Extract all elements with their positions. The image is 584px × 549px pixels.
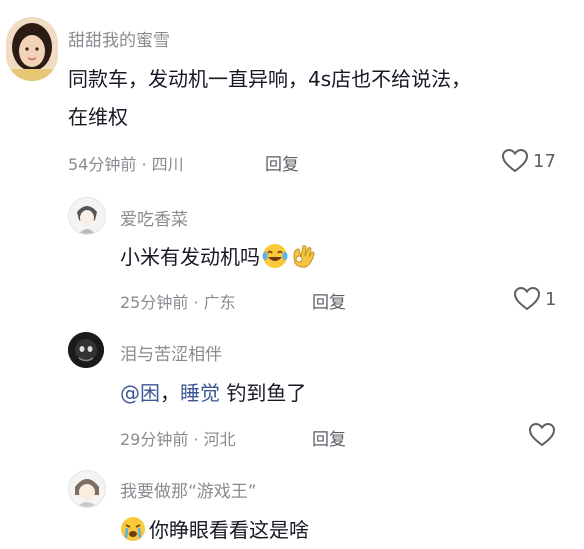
- comment-1: 甜甜我的蜜雪 同款车，发动机一直异响，4s店也不给说法， 在维权 54分钟前 ·…: [0, 0, 584, 190]
- meta-separator: ·: [188, 430, 204, 449]
- comment-text-line: 在维权: [68, 105, 128, 129]
- heart-icon: [513, 286, 541, 311]
- comment-text-line: 你睁眼看看这是啥: [149, 518, 309, 542]
- crying-emoji-icon: [121, 517, 145, 541]
- like-count: 17: [533, 150, 556, 172]
- timestamp: 54分钟前: [68, 155, 137, 174]
- location: 广东: [203, 293, 236, 312]
- comment-text: 同款车，发动机一直异响，4s店也不给说法， 在维权: [68, 60, 583, 136]
- comment-4: 我要做那“游戏王” 你睁眼看看这是啥: [0, 460, 584, 544]
- comment-text-line: 小米有发动机吗: [120, 245, 260, 269]
- comment-3: 泪与苦涩相伴 @困，睡觉 钓到鱼了 29分钟前 · 河北 回复: [0, 320, 584, 460]
- comment-meta: 25分钟前 · 广东: [120, 289, 236, 313]
- user-avatar-icon: [69, 198, 105, 234]
- meta-separator: ·: [188, 293, 204, 312]
- username[interactable]: 甜甜我的蜜雪: [68, 26, 170, 51]
- heart-icon: [528, 422, 556, 447]
- user-avatar-icon: [6, 17, 58, 81]
- timestamp: 25分钟前: [120, 293, 189, 312]
- avatar[interactable]: [6, 17, 58, 81]
- username[interactable]: 我要做那“游戏王”: [120, 477, 257, 502]
- comment-2: 爱吃香菜 小米有发动机吗 25分钟前 · 广东 回复 1: [0, 190, 584, 320]
- avatar[interactable]: [68, 332, 104, 368]
- like-count: 1: [545, 288, 557, 310]
- like-button[interactable]: 1: [513, 286, 556, 312]
- like-button[interactable]: [528, 422, 560, 448]
- comment-text: @困，睡觉 钓到鱼了: [120, 374, 306, 412]
- comment-text: 你睁眼看看这是啥: [120, 511, 309, 549]
- heart-icon: [501, 148, 529, 173]
- mention-link[interactable]: @困: [120, 381, 160, 405]
- comment-text: 小米有发动机吗: [120, 238, 316, 276]
- comment-meta: 29分钟前 · 河北: [120, 426, 236, 450]
- laughing-crying-emoji-icon: [262, 244, 288, 268]
- mention-link[interactable]: 睡觉: [180, 381, 220, 405]
- username[interactable]: 泪与苦涩相伴: [120, 340, 222, 365]
- comment-text-fragment: ，: [160, 381, 180, 405]
- location: 四川: [151, 155, 184, 174]
- username[interactable]: 爱吃香菜: [120, 205, 188, 230]
- comment-text-fragment: 钓到鱼了: [220, 381, 307, 405]
- user-avatar-icon: [69, 471, 105, 507]
- ok-hand-emoji-icon: [293, 245, 315, 268]
- meta-separator: ·: [136, 155, 152, 174]
- reply-button[interactable]: 回复: [312, 288, 346, 313]
- comment-text-line: 同款车，发动机一直异响，4s店也不给说法，: [68, 67, 472, 91]
- user-avatar-icon: [68, 332, 104, 368]
- timestamp: 29分钟前: [120, 430, 189, 449]
- avatar[interactable]: [68, 470, 106, 508]
- reply-button[interactable]: 回复: [265, 150, 299, 175]
- like-button[interactable]: 17: [501, 148, 556, 174]
- location: 河北: [203, 430, 236, 449]
- comment-meta: 54分钟前 · 四川: [68, 151, 184, 175]
- avatar[interactable]: [68, 197, 106, 235]
- reply-button[interactable]: 回复: [312, 425, 346, 450]
